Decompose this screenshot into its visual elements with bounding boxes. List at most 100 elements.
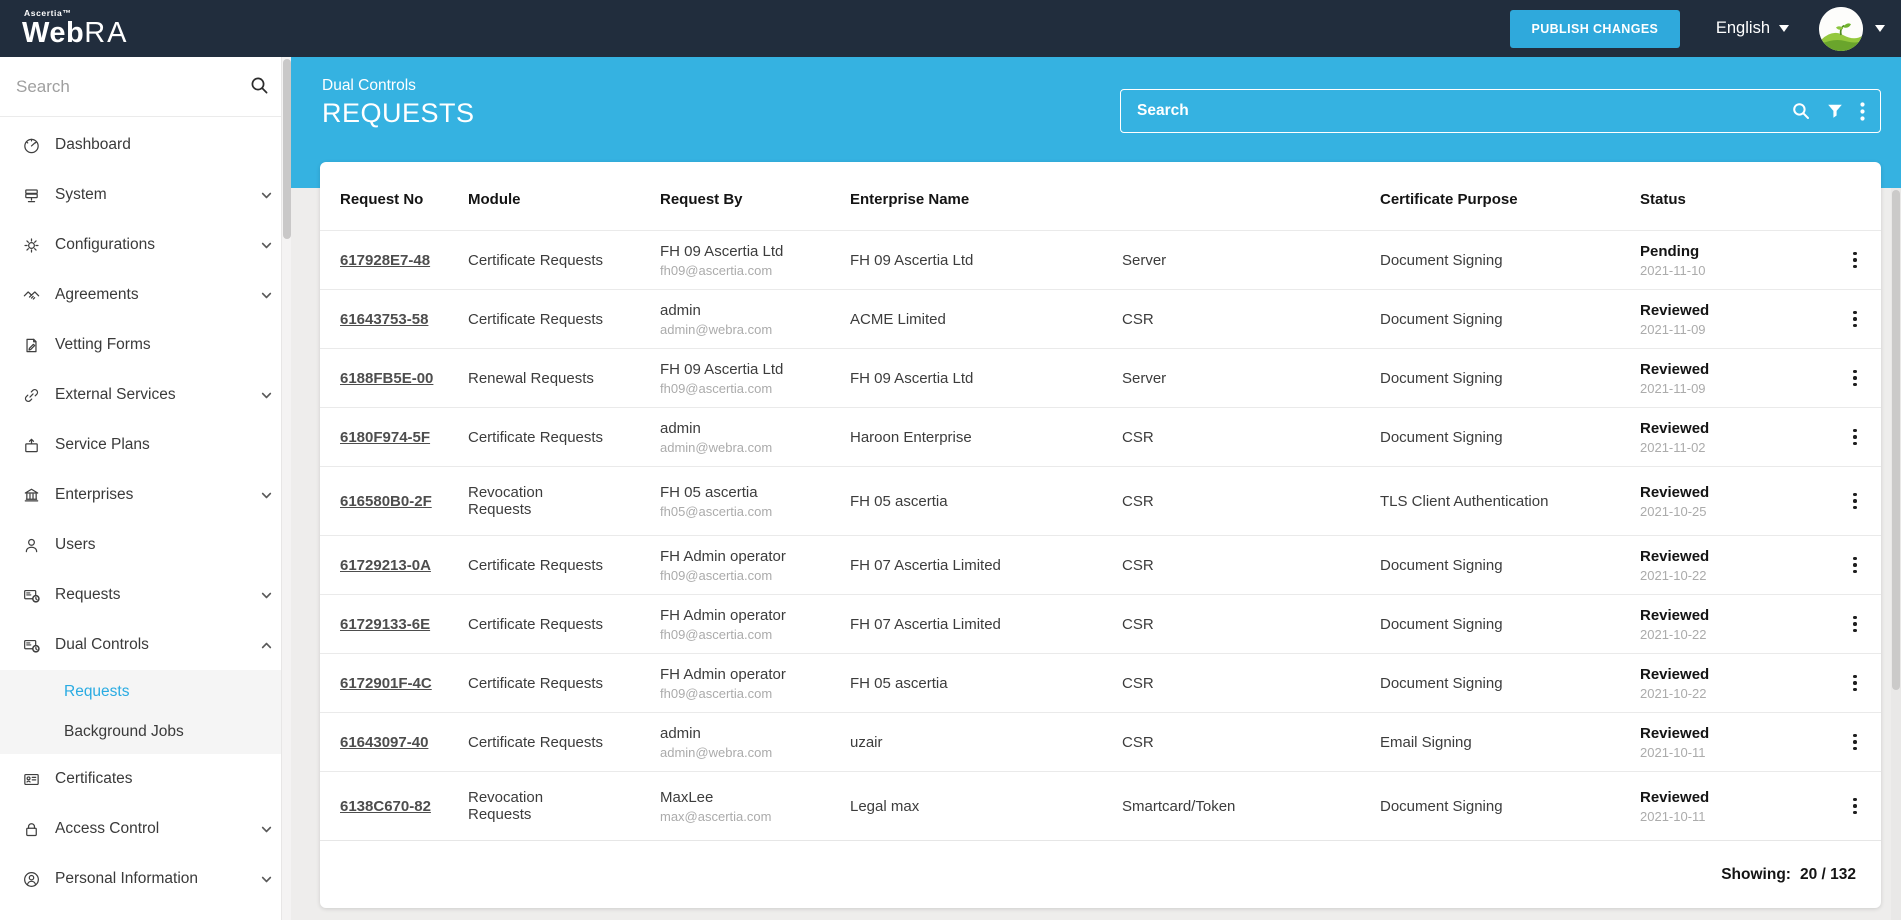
request-no-link[interactable]: 6180F974-5F [340,429,430,446]
module-cell: Certificate Requests [468,310,604,328]
sidebar-item-vetting-forms[interactable]: Vetting Forms [0,320,291,370]
users-icon [21,535,41,555]
request-by-cell: FH Admin operator fh09@ascertia.com [660,607,850,642]
chevron-down-icon [260,823,273,836]
sidebar-item-system[interactable]: System [0,170,291,220]
key-type-cell: CSR [1122,556,1154,574]
request-no-link[interactable]: 616580B0-2F [340,493,432,510]
table-row: 61729133-6E Certificate Requests FH Admin … [320,594,1881,653]
publish-changes-button[interactable]: PUBLISH CHANGES [1509,9,1680,48]
sidebar-item-configurations[interactable]: Configurations [0,220,291,270]
sidebar-item-requests[interactable]: Requests [0,570,291,620]
request-no-link[interactable]: 617928E7-48 [340,252,430,269]
sidebar-item-partial[interactable] [0,904,291,920]
row-actions-icon[interactable] [1842,729,1868,755]
status-date: 2021-10-11 [1640,808,1706,824]
filter-icon[interactable] [1827,104,1843,119]
status-cell: Reviewed 2021-10-11 [1640,789,1824,824]
status-date: 2021-10-22 [1640,685,1707,701]
sidebar-scrollbar-thumb[interactable] [283,59,291,239]
brand-ascertia: Ascertia™ [24,7,72,18]
enterprise-cell: FH 07 Ascertia Limited [850,556,1001,574]
page-scrollbar-thumb[interactable] [1892,190,1900,690]
row-actions-icon[interactable] [1842,365,1868,391]
row-actions-icon[interactable] [1842,488,1868,514]
purpose-cell: Document Signing [1380,674,1503,692]
enterprise-cell: FH 07 Ascertia Limited [850,615,1001,633]
search-icon[interactable] [250,76,269,100]
requests-icon [21,585,41,605]
sidebar-item-label: Agreements [55,286,139,303]
request-no-link[interactable]: 6172901F-4C [340,675,432,692]
sidebar-item-service-plans[interactable]: Service Plans [0,420,291,470]
module-cell: Certificate Requests [468,615,604,633]
personal-information-icon [21,869,41,889]
request-no-link[interactable]: 61643753-58 [340,311,428,328]
sidebar-item-access-control[interactable]: Access Control [0,804,291,854]
system-icon [21,185,41,205]
request-no-link[interactable]: 61729133-6E [340,616,430,633]
row-actions-icon[interactable] [1842,306,1868,332]
chevron-up-icon [260,639,273,652]
sidebar-item-users[interactable]: Users [0,520,291,570]
request-no-link[interactable]: 6188FB5E-00 [340,370,433,387]
chevron-down-icon [260,189,273,202]
sidebar-item-agreements[interactable]: Agreements [0,270,291,320]
sidebar-item-dual-controls[interactable]: Dual Controls [0,620,291,670]
request-by-email: max@ascertia.com [660,808,772,824]
request-no-link[interactable]: 6138C670-82 [340,798,431,815]
sidebar-item-dashboard[interactable]: Dashboard [0,120,291,170]
profile-menu-chevron-icon[interactable] [1875,25,1885,32]
module-cell: Certificate Requests [468,428,604,446]
column-header-certificate-purpose: Certificate Purpose [1380,190,1518,208]
chevron-down-icon [260,389,273,402]
table-row: 617928E7-48 Certificate Requests FH 09 Asc… [320,230,1881,289]
request-by-email: fh09@ascertia.com [660,685,773,701]
table-body: 617928E7-48 Certificate Requests FH 09 Asc… [320,230,1881,840]
sidebar-item-external-services[interactable]: External Services [0,370,291,420]
row-actions-icon[interactable] [1842,424,1868,450]
avatar[interactable] [1819,6,1863,51]
row-actions-icon[interactable] [1842,247,1868,273]
row-actions-icon[interactable] [1842,611,1868,637]
sidebar-item-label: Dashboard [55,136,131,153]
row-actions-icon[interactable] [1842,670,1868,696]
request-by-email: fh09@ascertia.com [660,380,773,396]
sidebar-search-input[interactable] [16,76,263,97]
sidebar-item-label: Personal Information [55,870,199,887]
status-date: 2021-11-10 [1640,262,1706,278]
sidebar-item-certificates[interactable]: Certificates [0,754,291,804]
language-selector[interactable]: English [1716,19,1789,38]
sidebar-item-enterprises[interactable]: Enterprises [0,470,291,520]
vetting-forms-icon [21,335,41,355]
request-no-link[interactable]: 61729213-0A [340,557,431,574]
request-no-link[interactable]: 61643097-40 [340,734,428,751]
sidebar-item-label: Configurations [55,236,155,253]
enterprise-cell: ACME Limited [850,310,946,328]
submenu-item-background-jobs[interactable]: Background Jobs [0,712,291,752]
chevron-down-icon [260,589,273,602]
search-icon[interactable] [1792,102,1810,120]
sidebar-search [0,57,291,117]
purpose-cell: Document Signing [1380,615,1503,633]
status-date: 2021-10-22 [1640,626,1707,642]
row-actions-icon[interactable] [1842,793,1868,819]
status-date: 2021-10-25 [1640,503,1707,519]
request-by-cell: admin admin@webra.com [660,725,850,760]
row-actions-icon[interactable] [1842,552,1868,578]
agreements-icon [21,285,41,305]
module-cell: Revocation Requests [468,484,544,518]
key-type-cell: Server [1122,369,1167,387]
sidebar-item-label: Vetting Forms [55,336,151,353]
purpose-cell: Document Signing [1380,556,1503,574]
webra-app: Ascertia™ WebRA PUBLISH CHANGES English [0,0,1901,920]
sidebar-item-personal-information[interactable]: Personal Information [0,854,291,904]
request-by-email: fh09@ascertia.com [660,567,773,583]
table-search-input[interactable] [1121,102,1792,120]
chevron-down-icon [260,239,273,252]
table-row: 6138C670-82 Revocation Requests MaxLee max@… [320,771,1881,840]
more-options-icon[interactable] [1860,101,1865,121]
key-type-cell: CSR [1122,674,1154,692]
enterprise-cell: uzair [850,733,883,751]
submenu-item-requests[interactable]: Requests [0,672,291,712]
